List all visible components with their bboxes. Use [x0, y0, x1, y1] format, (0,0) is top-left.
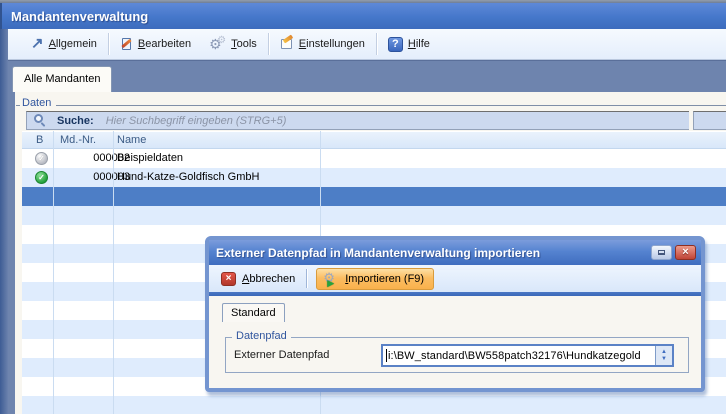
toolbar-label: Tools: [231, 38, 257, 50]
search-label: Suche:: [57, 115, 94, 127]
externer-datenpfad-label: Externer Datenpfad: [234, 349, 329, 361]
spinner-up-icon: ▲: [661, 349, 667, 356]
close-button[interactable]: ×: [675, 245, 696, 260]
tab-alle-mandanten[interactable]: Alle Mandanten: [12, 66, 112, 92]
importieren-button[interactable]: ⚙▶ Importieren (F9): [316, 268, 434, 290]
edit-tool-icon: [120, 37, 133, 51]
column-header-mdnr[interactable]: Md.-Nr.: [60, 134, 96, 146]
toolbar-item-einstellungen[interactable]: Einstellungen: [271, 32, 374, 56]
path-value: i:\BW_standard\BW558patch32176\Hundkatze…: [388, 350, 640, 362]
cell-name: Beispieldaten: [117, 152, 183, 164]
tab-standard[interactable]: Standard: [222, 303, 285, 322]
abbrechen-label: Abbrechen: [242, 273, 295, 285]
group-label-daten: Daten: [20, 97, 53, 109]
page-left-margin: [8, 92, 15, 414]
table-row-selected[interactable]: [22, 187, 726, 206]
cell-name: Hund-Katze-Goldfisch GmbH: [117, 171, 259, 183]
spinner-down-icon: ▼: [661, 356, 667, 363]
table-header: B Md.-Nr. Name: [22, 131, 726, 149]
abbrechen-button[interactable]: × Abbrechen: [221, 272, 295, 286]
search-input-end[interactable]: [693, 111, 726, 130]
arrow-up-right-icon: ↗: [31, 37, 44, 51]
toolbar-separator: [108, 33, 109, 55]
datenpfad-groupbox: Datenpfad Externer Datenpfad i:\BW_stand…: [225, 337, 689, 373]
toolbar-separator: [268, 33, 269, 55]
gray-check-icon: ✓: [35, 152, 48, 165]
table-row[interactable]: ✓ 000003 Hund-Katze-Goldfisch GmbH: [22, 168, 726, 187]
column-header-b[interactable]: B: [36, 134, 43, 146]
settings-document-icon: [280, 37, 294, 51]
toolbar-item-tools[interactable]: ⚙⚙ Tools: [200, 32, 266, 56]
import-gear-icon: ⚙▶: [323, 271, 340, 287]
window-title: Mandantenverwaltung: [2, 9, 148, 24]
dialog-title-bar: Externer Datenpfad in Mandantenverwaltun…: [209, 240, 701, 265]
toolbar-separator: [376, 33, 377, 55]
groupbox-border: [56, 105, 726, 106]
gears-icon: ⚙⚙: [209, 37, 226, 52]
app-window: Mandantenverwaltung ↗ Allgemein Bearbeit…: [0, 0, 726, 414]
column-gridline: [53, 131, 54, 414]
dialog-body: Standard Datenpfad Externer Datenpfad i:…: [209, 296, 701, 388]
help-icon: ?: [388, 37, 403, 52]
spinner-control[interactable]: ▲ ▼: [655, 346, 672, 365]
toolbar-item-bearbeiten[interactable]: Bearbeiten: [111, 32, 200, 56]
toolbar-label: Einstellungen: [299, 38, 365, 50]
toolbar-item-allgemein[interactable]: ↗ Allgemein: [22, 32, 106, 56]
dialog-title: Externer Datenpfad in Mandantenverwaltun…: [216, 246, 648, 260]
externer-datenpfad-input[interactable]: i:\BW_standard\BW558patch32176\Hundkatze…: [381, 344, 674, 367]
cancel-x-icon: ×: [221, 272, 236, 286]
dialog-toolbar: × Abbrechen ⚙▶ Importieren (F9): [209, 265, 701, 292]
table-row[interactable]: ✓ 000002 Beispieldaten: [22, 149, 726, 168]
toolbar-label: Bearbeiten: [138, 38, 191, 50]
search-input[interactable]: Suche: Hier Suchbegriff eingeben (STRG+5…: [26, 111, 689, 130]
toolbar-separator: [306, 269, 307, 288]
text-caret: [386, 349, 387, 362]
search-icon: [34, 114, 47, 127]
importieren-label: Importieren (F9): [345, 273, 424, 285]
window-left-edge: [0, 29, 8, 414]
column-header-name[interactable]: Name: [117, 134, 146, 146]
table-empty-row[interactable]: [22, 396, 726, 414]
main-toolbar: ↗ Allgemein Bearbeiten ⚙⚙ Tools Einstell…: [8, 29, 726, 60]
group-label-datenpfad: Datenpfad: [232, 330, 291, 342]
import-dialog: Externer Datenpfad in Mandantenverwaltun…: [205, 236, 705, 392]
toolbar-label: Hilfe: [408, 38, 430, 50]
column-gridline: [113, 131, 114, 414]
table-empty-row[interactable]: [22, 206, 726, 225]
title-bar: Mandantenverwaltung: [0, 3, 726, 29]
minimize-button[interactable]: [651, 245, 672, 260]
tab-strip: [8, 60, 726, 92]
minimize-icon: [658, 250, 665, 255]
search-placeholder: Hier Suchbegriff eingeben (STRG+5): [106, 115, 287, 127]
close-icon: ×: [682, 247, 688, 258]
toolbar-item-hilfe[interactable]: ? Hilfe: [379, 32, 439, 56]
green-check-icon: ✓: [35, 171, 48, 184]
toolbar-label: Allgemein: [49, 38, 97, 50]
